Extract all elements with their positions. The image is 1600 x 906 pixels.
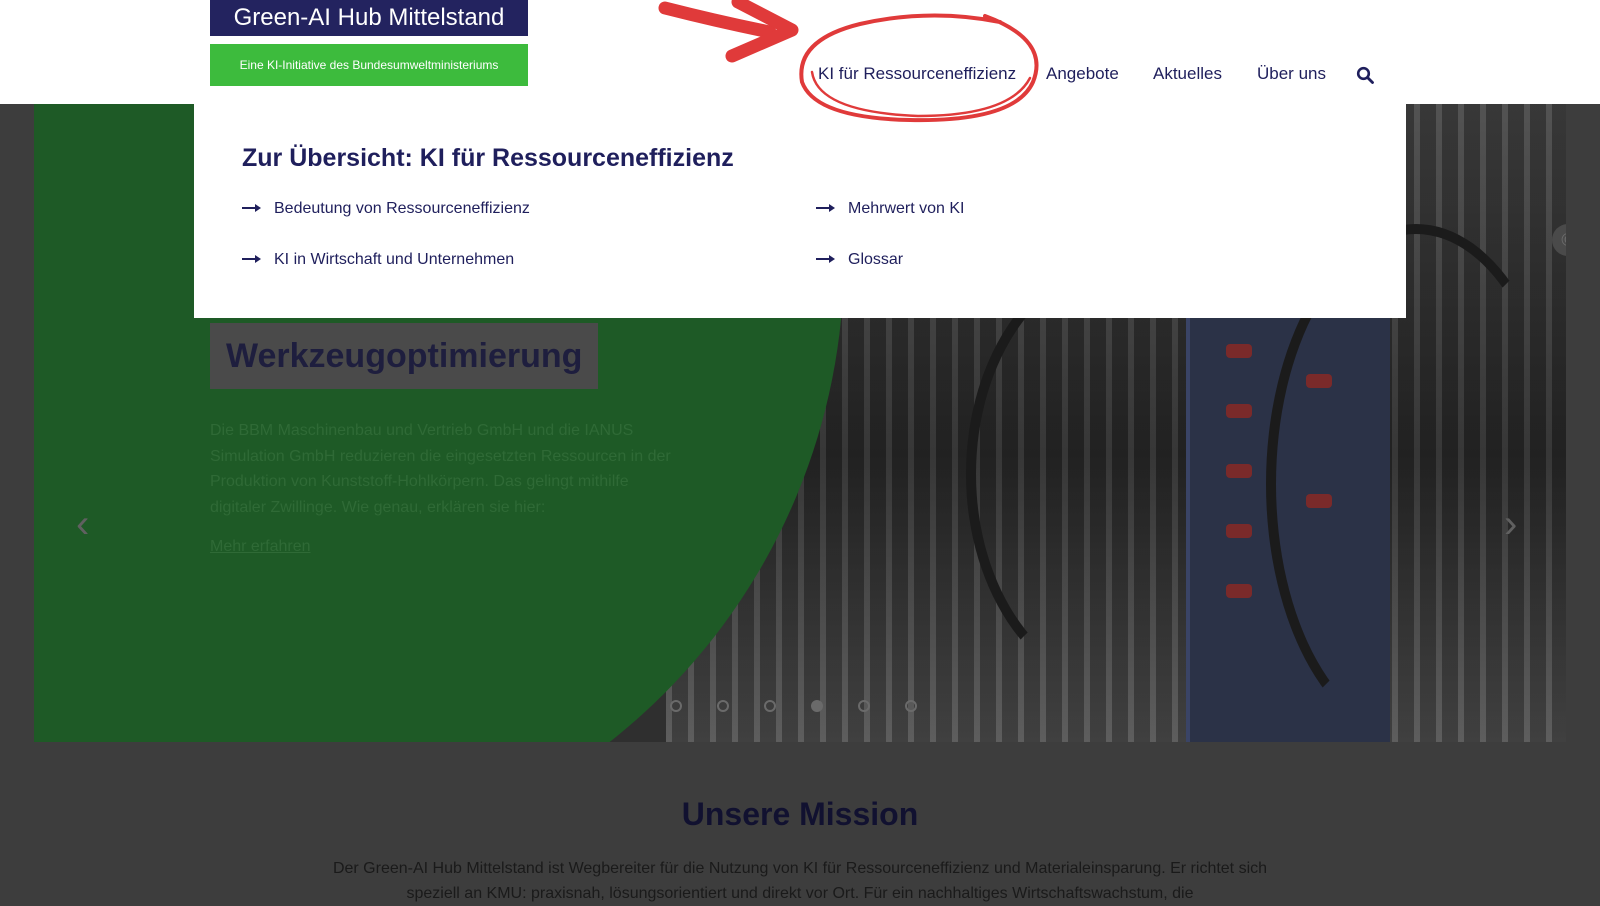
more-link[interactable]: Mehr erfahren — [210, 538, 311, 556]
dropdown-item-glossar[interactable]: Glossar — [816, 251, 903, 269]
search-icon[interactable] — [1356, 66, 1374, 89]
slider-prev-button[interactable]: ‹ — [76, 504, 89, 544]
dropdown-item-label: Mehrwert von KI — [848, 200, 965, 217]
slider-dot[interactable] — [764, 700, 776, 712]
dropdown-item-mehrwert[interactable]: Mehrwert von KI — [816, 200, 964, 218]
arrow-right-icon — [816, 251, 836, 269]
mission-heading: Unsere Mission — [681, 796, 919, 832]
dropdown-title-link[interactable]: Zur Übersicht: KI für Ressourceneffizien… — [242, 144, 734, 173]
nav-item-angebote[interactable]: Angebote — [1046, 64, 1119, 84]
arrow-right-icon — [242, 200, 262, 218]
dropdown-item-label: KI in Wirtschaft und Unternehmen — [274, 251, 515, 268]
logo-subtitle[interactable]: Eine KI-Initiative des Bundesumweltminis… — [210, 44, 528, 86]
slider-next-button[interactable]: › — [1504, 504, 1517, 544]
slider-dot[interactable] — [858, 700, 870, 712]
dropdown-item-label: Bedeutung von Ressourceneffizienz — [274, 200, 530, 217]
arrow-right-icon — [816, 200, 836, 218]
slider-dot[interactable] — [717, 700, 729, 712]
slider-dot[interactable] — [905, 700, 917, 712]
nav-item-ki-ressourceneffizienz[interactable]: KI für Ressourceneffizienz — [818, 64, 1016, 84]
mission-text: Der Green-AI Hub Mittelstand ist Wegbere… — [332, 860, 1268, 902]
nav-dropdown-menu: Zur Übersicht: KI für Ressourceneffizien… — [194, 104, 1406, 318]
logo-title[interactable]: Green-AI Hub Mittelstand — [210, 0, 528, 36]
slide-title: Werkzeugoptimierung — [210, 323, 599, 389]
arrow-right-icon — [242, 251, 262, 269]
nav-item-aktuelles[interactable]: Aktuelles — [1153, 64, 1222, 84]
dropdown-item-label: Glossar — [848, 251, 904, 268]
nav-item-ueber-uns[interactable]: Über uns — [1257, 64, 1326, 84]
slide-description: Die BBM Maschinenbau und Vertrieb GmbH u… — [210, 422, 671, 516]
slider-dot[interactable] — [811, 700, 823, 712]
machine-hose — [966, 254, 1286, 694]
slider-dot[interactable] — [670, 700, 682, 712]
site-header: Green-AI Hub Mittelstand Eine KI-Initiat… — [0, 0, 1600, 104]
dropdown-item-wirtschaft[interactable]: KI in Wirtschaft und Unternehmen — [242, 251, 514, 269]
dropdown-item-bedeutung[interactable]: Bedeutung von Ressourceneffizienz — [242, 200, 530, 218]
